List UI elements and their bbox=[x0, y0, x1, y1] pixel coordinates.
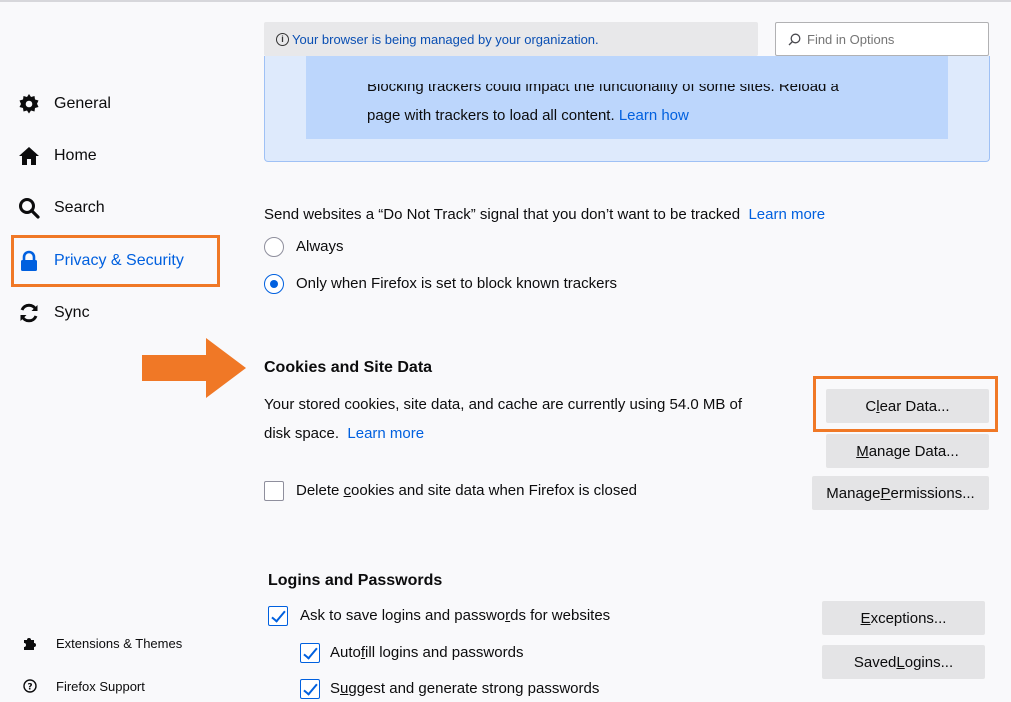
managed-notice-text: Your browser is being managed by your or… bbox=[292, 31, 599, 47]
managed-notice[interactable]: i Your browser is being managed by your … bbox=[264, 22, 758, 56]
learn-how-link[interactable]: Learn how bbox=[619, 107, 689, 124]
sidebar-item-label: Privacy & Security bbox=[54, 252, 184, 269]
arrow-icon bbox=[142, 338, 246, 398]
logins-heading: Logins and Passwords bbox=[268, 572, 443, 589]
tracker-warning-label: page with trackers to load all content. bbox=[367, 107, 615, 124]
sidebar-item-general[interactable]: General bbox=[18, 84, 111, 124]
autofill-logins-label: Autofill logins and passwords bbox=[330, 644, 524, 661]
dnt-only-when-label: Only when Firefox is set to block known … bbox=[296, 275, 617, 292]
dnt-only-when-blocking-radio[interactable] bbox=[264, 274, 284, 294]
extensions-themes-link[interactable]: Extensions & Themes bbox=[22, 635, 182, 651]
dnt-learn-more-link[interactable]: Learn more bbox=[748, 206, 825, 223]
gear-icon bbox=[18, 93, 40, 115]
sidebar-item-label: Home bbox=[54, 147, 97, 164]
firefox-support-link[interactable]: ? Firefox Support bbox=[22, 678, 145, 694]
ask-save-logins-checkbox[interactable] bbox=[268, 606, 288, 626]
sync-icon bbox=[18, 302, 40, 324]
manage-data-button[interactable]: Manage Data... bbox=[826, 434, 989, 468]
dnt-always-radio[interactable] bbox=[264, 237, 284, 257]
firefox-support-label: Firefox Support bbox=[56, 678, 145, 694]
dnt-always-label: Always bbox=[296, 238, 344, 255]
help-icon: ? bbox=[22, 678, 38, 694]
cookies-usage-text-2: disk space. Learn more bbox=[264, 425, 424, 442]
top-border bbox=[0, 0, 1011, 2]
clear-data-button[interactable]: Cl ear Data... bbox=[826, 389, 989, 423]
search-icon bbox=[18, 197, 40, 219]
exceptions-button[interactable]: Exceptions... bbox=[822, 601, 985, 635]
cookies-usage-label: disk space. bbox=[264, 425, 340, 442]
saved-logins-button[interactable]: Saved Logins... bbox=[822, 645, 985, 679]
sidebar-item-label: Sync bbox=[54, 304, 90, 321]
find-in-options[interactable] bbox=[775, 22, 989, 56]
manage-permissions-button[interactable]: Manage Permissions... bbox=[812, 476, 989, 510]
puzzle-icon bbox=[22, 635, 38, 651]
sidebar-item-home[interactable]: Home bbox=[18, 136, 97, 176]
search-input[interactable] bbox=[807, 31, 977, 47]
autofill-logins-checkbox[interactable] bbox=[300, 643, 320, 663]
search-icon bbox=[788, 33, 801, 45]
lock-icon bbox=[18, 250, 40, 272]
sidebar-item-label: Search bbox=[54, 199, 105, 216]
delete-cookies-on-close-label: Delete cookies and site data when Firefo… bbox=[296, 482, 638, 499]
cookies-learn-more-link[interactable]: Learn more bbox=[347, 425, 424, 442]
tracker-warning-text: page with trackers to load all content. … bbox=[367, 107, 689, 124]
sidebar-item-privacy-security[interactable]: Privacy & Security bbox=[18, 241, 184, 281]
svg-text:?: ? bbox=[27, 683, 32, 693]
sidebar-item-sync[interactable]: Sync bbox=[18, 293, 90, 333]
home-icon bbox=[18, 145, 40, 167]
delete-cookies-on-close-checkbox[interactable] bbox=[264, 481, 284, 501]
cookies-usage-text: Your stored cookies, site data, and cach… bbox=[264, 396, 743, 413]
cookies-heading: Cookies and Site Data bbox=[264, 359, 433, 376]
dnt-description: Send websites a “Do Not Track” signal th… bbox=[264, 206, 825, 223]
info-icon: i bbox=[276, 32, 289, 46]
sidebar-item-search[interactable]: Search bbox=[18, 188, 105, 228]
tracker-warning-box bbox=[306, 56, 948, 139]
dnt-label: Send websites a “Do Not Track” signal th… bbox=[264, 206, 741, 223]
ask-save-logins-label: Ask to save logins and passwords for web… bbox=[300, 607, 611, 624]
sidebar-item-label: General bbox=[54, 95, 111, 112]
suggest-passwords-checkbox[interactable] bbox=[300, 679, 320, 699]
extensions-themes-label: Extensions & Themes bbox=[56, 635, 183, 651]
suggest-passwords-label: Suggest and generate strong passwords bbox=[330, 680, 600, 697]
